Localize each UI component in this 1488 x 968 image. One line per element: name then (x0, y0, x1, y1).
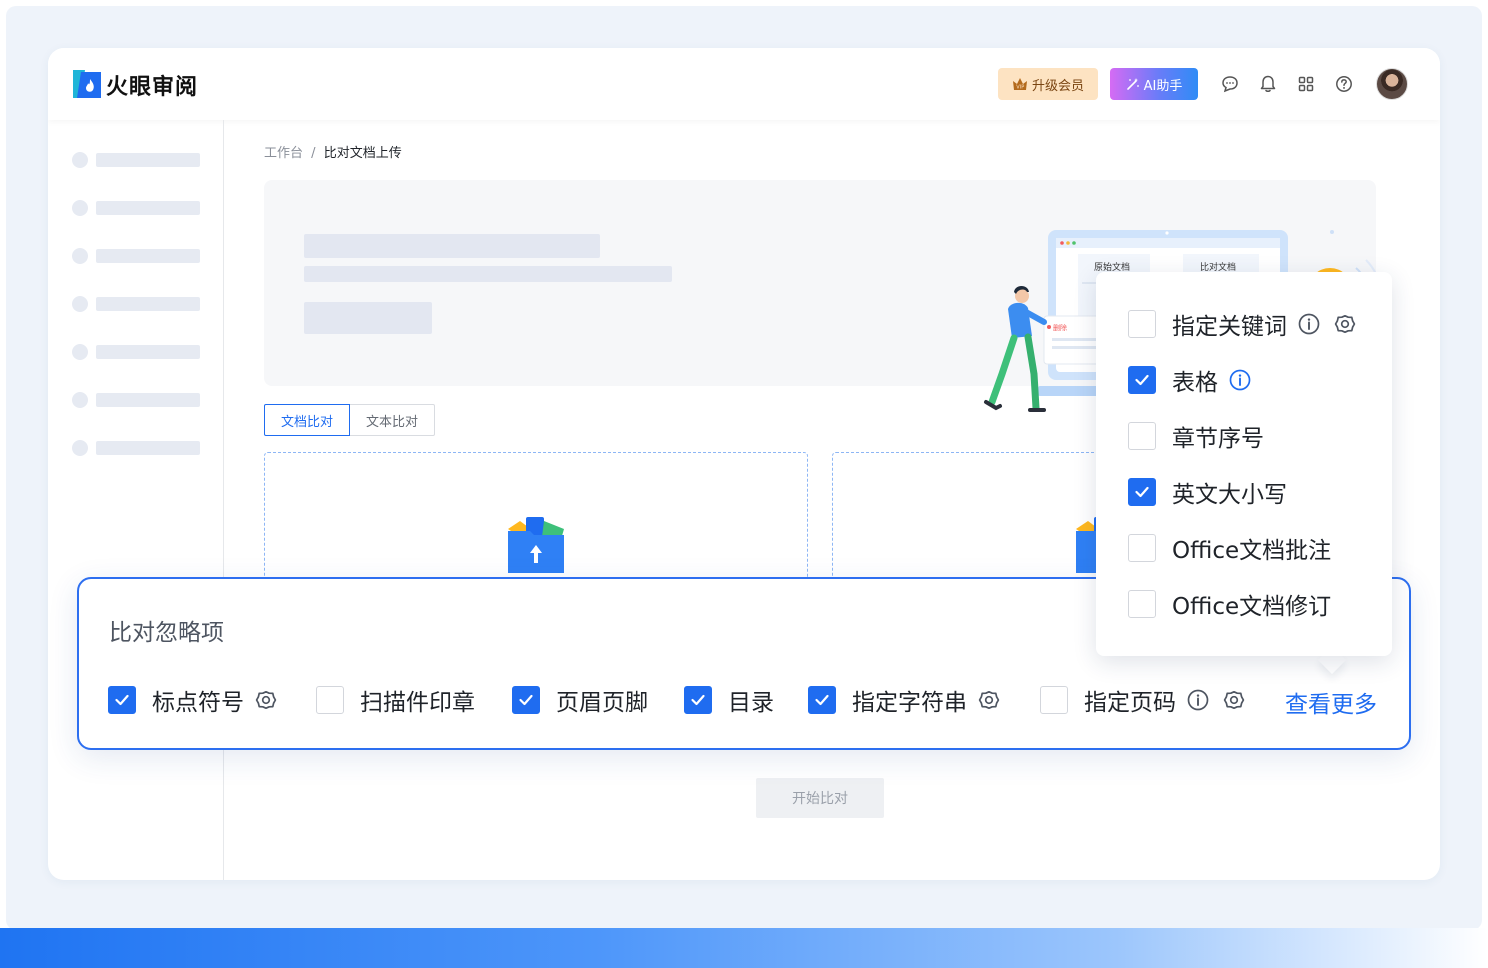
check-icon (519, 694, 533, 706)
checkbox[interactable] (512, 686, 540, 714)
breadcrumb-separator: / (311, 146, 316, 161)
help-icon[interactable] (1334, 74, 1354, 94)
top-header: 火眼审阅 VIP 升级会员 AI助手 (48, 48, 1440, 120)
popup-option-letter-case[interactable]: 英文大小写 (1128, 477, 1287, 508)
start-compare-button[interactable]: 开始比对 (756, 778, 884, 818)
checkbox[interactable] (684, 686, 712, 714)
ignore-option-scan-seal[interactable]: 扫描件印章 (316, 685, 475, 716)
option-label: 目录 (728, 690, 774, 716)
option-label: 扫描件印章 (360, 690, 475, 716)
sidebar-item-placeholder[interactable] (72, 392, 202, 408)
tab-text-compare[interactable]: 文本比对 (350, 404, 436, 436)
user-avatar[interactable] (1376, 68, 1408, 100)
view-more-link[interactable]: 查看更多 (1285, 685, 1377, 719)
gear-icon[interactable] (977, 688, 1001, 712)
checkbox[interactable] (1128, 422, 1156, 450)
brand-name: 火眼审阅 (106, 75, 199, 100)
sidebar-item-placeholder[interactable] (72, 200, 202, 216)
popup-option-office-revisions[interactable]: Office文档修订 (1128, 589, 1332, 620)
message-icon[interactable] (1220, 74, 1240, 94)
banner-button-placeholder (304, 302, 432, 334)
gear-icon[interactable] (1222, 688, 1246, 712)
info-icon[interactable] (1228, 368, 1252, 392)
option-label: 英文大小写 (1172, 482, 1287, 508)
compare-mode-tabs: 文档比对 文本比对 (264, 404, 436, 436)
banner-title-placeholder (304, 234, 600, 258)
check-icon (1135, 374, 1149, 386)
breadcrumb-current: 比对文档上传 (323, 146, 402, 161)
option-label: 指定字符串 (852, 690, 967, 716)
sidebar-item-placeholder[interactable] (72, 440, 202, 456)
bell-icon[interactable] (1258, 74, 1278, 94)
option-label: 章节序号 (1172, 426, 1264, 452)
check-icon (815, 694, 829, 706)
check-icon (691, 694, 705, 706)
checkbox[interactable] (1128, 534, 1156, 562)
info-icon[interactable] (1297, 312, 1321, 336)
sidebar-item-placeholder[interactable] (72, 344, 202, 360)
delete-tag: 删除 (1053, 323, 1067, 332)
checkbox[interactable] (1128, 366, 1156, 394)
ignore-option-header-footer[interactable]: 页眉页脚 (512, 685, 648, 716)
breadcrumb-root[interactable]: 工作台 (264, 146, 303, 161)
ignore-option-punctuation[interactable]: 标点符号 (108, 685, 278, 716)
option-label: 表格 (1172, 370, 1218, 396)
option-label: 页眉页脚 (556, 690, 648, 716)
check-icon (115, 694, 129, 706)
checkbox[interactable] (1128, 590, 1156, 618)
sidebar-item-placeholder[interactable] (72, 248, 202, 264)
ai-assistant-button[interactable]: AI助手 (1110, 68, 1198, 100)
checkbox[interactable] (1128, 478, 1156, 506)
ignore-panel-title: 比对忽略项 (109, 620, 224, 646)
option-label: 指定关键词 (1172, 314, 1287, 340)
check-icon (1135, 486, 1149, 498)
checkbox[interactable] (316, 686, 344, 714)
breadcrumb: 工作台 / 比对文档上传 (264, 142, 402, 161)
more-options-popup: 指定关键词 表格 章节序号 英文大小写 Office文档批注 Office文档修… (1096, 272, 1392, 656)
crown-icon: VIP (1012, 78, 1027, 91)
apps-grid-icon[interactable] (1296, 74, 1316, 94)
checkbox[interactable] (1040, 686, 1068, 714)
option-label: Office文档修订 (1172, 594, 1332, 620)
bottom-gradient-bar (0, 928, 1488, 968)
upgrade-vip-button[interactable]: VIP 升级会员 (998, 68, 1098, 100)
ignore-option-specified-string[interactable]: 指定字符串 (808, 685, 1001, 716)
popup-option-chapter-number[interactable]: 章节序号 (1128, 421, 1264, 452)
gear-icon[interactable] (254, 688, 278, 712)
tab-document-compare[interactable]: 文档比对 (264, 404, 351, 436)
option-label: 标点符号 (152, 690, 244, 716)
sidebar-item-placeholder[interactable] (72, 152, 202, 168)
magic-wand-icon (1126, 78, 1139, 90)
svg-text:VIP: VIP (1016, 85, 1024, 91)
ignore-option-toc[interactable]: 目录 (684, 685, 774, 716)
info-icon[interactable] (1186, 688, 1210, 712)
option-label: Office文档批注 (1172, 538, 1332, 564)
ignore-option-specified-page[interactable]: 指定页码 (1040, 685, 1246, 716)
popup-option-keyword[interactable]: 指定关键词 (1128, 309, 1357, 340)
ai-assistant-label: AI助手 (1143, 78, 1183, 94)
checkbox[interactable] (1128, 310, 1156, 338)
upload-folder-icon (508, 517, 564, 573)
sidebar-item-placeholder[interactable] (72, 296, 202, 312)
option-label: 指定页码 (1084, 690, 1176, 716)
logo-icon (73, 70, 101, 98)
popup-option-office-comments[interactable]: Office文档批注 (1128, 533, 1332, 564)
popup-option-table[interactable]: 表格 (1128, 365, 1252, 396)
banner-subtitle-placeholder (304, 266, 672, 282)
checkbox[interactable] (108, 686, 136, 714)
sidebar (48, 120, 224, 880)
gear-icon[interactable] (1333, 312, 1357, 336)
upgrade-vip-label: 升级会员 (1031, 78, 1084, 94)
checkbox[interactable] (808, 686, 836, 714)
